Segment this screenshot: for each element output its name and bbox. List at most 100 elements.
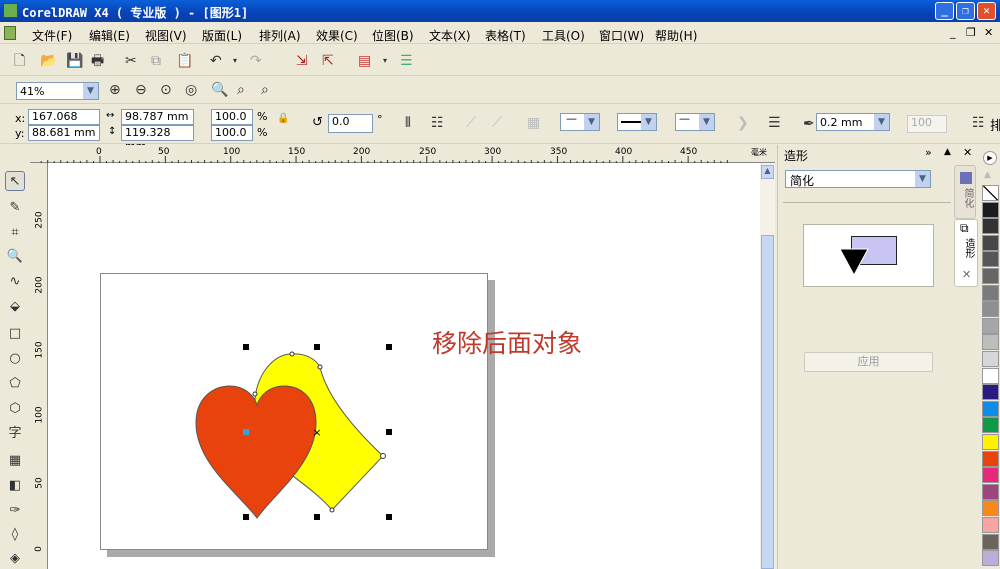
import-icon[interactable]: ⇲ [296, 53, 308, 69]
color-swatch[interactable] [982, 434, 999, 450]
redo-icon[interactable]: ↷ [250, 53, 262, 69]
zoom-page-icon[interactable]: 🔍 [211, 82, 228, 98]
menu-text[interactable]: 文本(X) [429, 27, 471, 44]
export-icon[interactable]: ⇱ [322, 53, 334, 69]
menu-edit[interactable]: 编辑(E) [89, 27, 130, 44]
color-swatch[interactable] [982, 517, 999, 533]
scale-y-field[interactable]: 100.0 [211, 125, 253, 141]
color-swatch[interactable] [982, 500, 999, 517]
outline-width-select[interactable]: 0.2 mm ▼ [816, 113, 890, 131]
eyedropper-tool[interactable]: ✑ [5, 501, 25, 521]
color-swatch[interactable] [982, 218, 999, 235]
launcher-dropdown-icon[interactable]: ▾ [383, 53, 387, 69]
menu-layout[interactable]: 版面(L) [202, 27, 242, 44]
text-wrap-icon[interactable]: ❯ [737, 115, 749, 131]
line-icon[interactable]: ⟋ [492, 115, 502, 131]
menu-help[interactable]: 帮助(H) [655, 27, 697, 44]
scale-x-field[interactable]: 100.0 [211, 109, 253, 125]
open-icon[interactable]: 📂 [40, 53, 57, 69]
zoom-in-icon[interactable]: ⊕ [109, 82, 121, 98]
palette-scroll-up-icon[interactable]: ▲ [984, 170, 991, 180]
horizontal-ruler[interactable]: 0 50 100 150 200 250 300 350 400 450 毫米 [30, 145, 775, 163]
new-icon[interactable]: 🗋 [14, 53, 25, 69]
outline-icon[interactable]: ☰ [768, 115, 781, 131]
mirror-horizontal-icon[interactable]: ⫴ [405, 115, 411, 131]
save-icon[interactable]: 💾 [66, 53, 83, 69]
color-swatch[interactable] [982, 251, 999, 268]
y-position-field[interactable]: 88.681 mm [28, 125, 100, 141]
start-arrow-select[interactable]: — ▼ [560, 112, 600, 131]
color-swatch[interactable] [982, 268, 999, 284]
menu-bitmaps[interactable]: 位图(B) [372, 27, 414, 44]
color-swatch[interactable] [982, 417, 999, 434]
heart-shape[interactable] [195, 385, 317, 519]
zoom-page-height-icon[interactable]: ⌕ [261, 82, 269, 98]
zoom-out-icon[interactable]: ⊖ [135, 82, 147, 98]
minimize-button[interactable]: _ [935, 2, 954, 20]
vertical-scrollbar[interactable]: ▲ [760, 163, 775, 569]
color-swatch[interactable] [982, 367, 999, 384]
print-icon[interactable]: 🖶 [91, 53, 104, 69]
color-swatch[interactable] [982, 351, 999, 367]
undo-dropdown-icon[interactable]: ▾ [233, 53, 237, 69]
doc-close-icon[interactable]: ✕ [984, 26, 993, 39]
cut-icon[interactable]: ☷ [972, 115, 985, 131]
undo-icon[interactable]: ↶ [210, 53, 222, 69]
color-swatch[interactable] [982, 550, 999, 567]
wrap-icon[interactable]: ▦ [527, 115, 540, 131]
ellipse-tool[interactable]: ○ [5, 349, 25, 369]
mirror-vertical-icon[interactable]: ☷ [431, 115, 444, 131]
color-swatch[interactable] [982, 317, 999, 334]
options-icon[interactable]: ☰ [400, 53, 413, 69]
rotation-field[interactable]: 0.0 [328, 114, 373, 133]
collapse-icon[interactable]: ▲ [944, 147, 951, 157]
no-color-swatch[interactable] [982, 185, 999, 201]
zoom-tool[interactable]: 🔍 [5, 247, 25, 267]
color-swatch[interactable] [982, 467, 999, 484]
basic-shapes-tool[interactable]: ⬡ [5, 399, 25, 419]
lock-ratio-icon[interactable]: 🔒 [277, 113, 289, 124]
restore-button[interactable]: ❐ [956, 2, 975, 20]
application-launcher-icon[interactable]: ▤ [358, 53, 371, 69]
fill-tool[interactable]: ◈ [5, 549, 25, 569]
color-swatch[interactable] [982, 384, 999, 401]
width-field[interactable]: 98.787 mm [121, 109, 194, 125]
color-swatch[interactable] [982, 301, 999, 318]
apply-button[interactable]: 应用 [804, 352, 933, 372]
line-style-select[interactable]: ▼ [617, 113, 657, 131]
menu-view[interactable]: 视图(V) [145, 27, 187, 44]
height-field[interactable]: 119.328 mm [121, 125, 194, 153]
menu-effects[interactable]: 效果(C) [316, 27, 358, 44]
color-swatch[interactable] [982, 400, 999, 417]
close-button[interactable]: ✕ [977, 2, 996, 20]
text-tool[interactable]: 字 [5, 424, 25, 444]
paste-icon[interactable]: 📋 [176, 53, 193, 69]
end-arrow-select[interactable]: — ▼ [675, 112, 715, 131]
tab-close-icon[interactable]: ✕ [962, 268, 971, 281]
cut-icon[interactable]: ✂ [125, 53, 137, 69]
doc-restore-icon[interactable]: ❐ [966, 26, 976, 39]
outline-tool[interactable]: ◊ [5, 525, 25, 545]
menu-tools[interactable]: 工具(O) [542, 27, 585, 44]
zoom-page-width-icon[interactable]: ⌕ [237, 82, 245, 98]
palette-flyout-button[interactable]: ▶ [983, 151, 997, 165]
polygon-tool[interactable]: ⬠ [5, 374, 25, 394]
smart-fill-tool[interactable]: ⬙ [5, 297, 25, 317]
vertical-ruler[interactable]: 250 200 150 100 50 0 [30, 163, 48, 569]
menu-window[interactable]: 窗口(W) [599, 27, 644, 44]
docker-close-icon[interactable]: ✕ [963, 146, 972, 159]
doc-minimize-icon[interactable]: _ [950, 26, 956, 39]
color-swatch[interactable] [982, 450, 999, 467]
expand-icon[interactable]: » [925, 146, 932, 159]
color-swatch[interactable] [982, 533, 999, 550]
drawing-canvas[interactable]: × 移除后面对象 [48, 163, 760, 569]
menu-table[interactable]: 表格(T) [485, 27, 526, 44]
tab-simplify[interactable]: 简化 [954, 165, 976, 219]
shaping-mode-select[interactable]: 简化 ▼ [785, 170, 931, 188]
freehand-tool[interactable]: ∿ [5, 272, 25, 292]
rectangle-tool[interactable]: □ [5, 324, 25, 344]
color-swatch[interactable] [982, 284, 999, 301]
zoom-level-select[interactable]: 41% ▼ [16, 82, 99, 100]
zoom-selected-icon[interactable]: ⊙ [160, 82, 172, 98]
color-swatch[interactable] [982, 483, 999, 500]
